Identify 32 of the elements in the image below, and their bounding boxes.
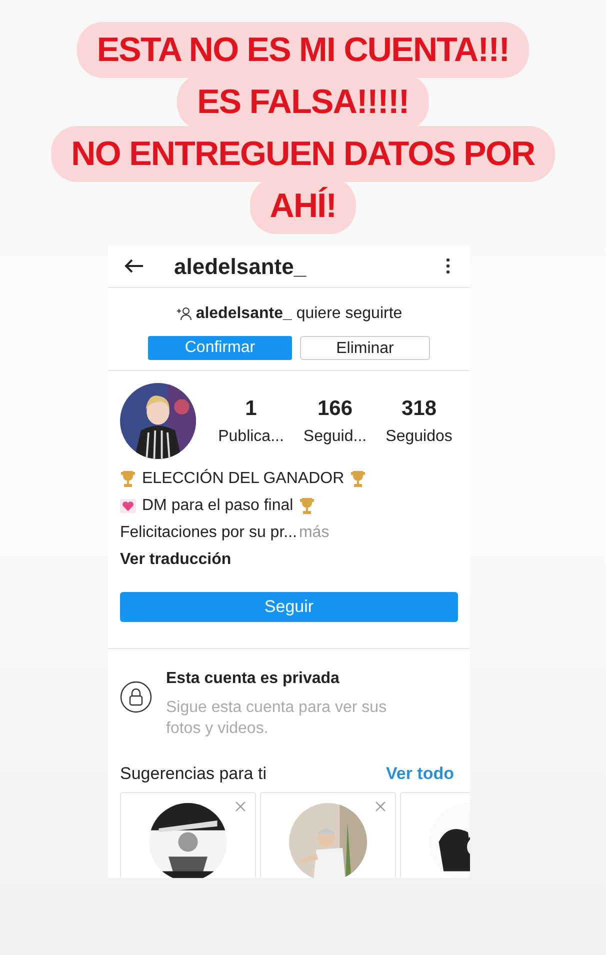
- close-icon[interactable]: [375, 801, 386, 812]
- see-all-link[interactable]: Ver todo: [386, 760, 454, 786]
- private-title: Esta cuenta es privada: [166, 668, 340, 689]
- stat-count: 166: [317, 396, 353, 422]
- suggestion-card[interactable]: [120, 792, 256, 878]
- stat-label: Seguid...: [303, 426, 367, 447]
- follow-button[interactable]: Seguir: [120, 592, 458, 622]
- trophy-icon: [120, 470, 136, 488]
- stat-count: 1: [245, 396, 257, 422]
- bio-text: Felicitaciones por su pr...: [120, 522, 297, 543]
- profile-username: aledelsante_: [174, 252, 306, 281]
- back-arrow-icon[interactable]: [124, 258, 144, 274]
- stat-label: Publica...: [218, 426, 284, 447]
- close-icon[interactable]: [235, 801, 246, 812]
- more-link[interactable]: más: [298, 520, 330, 545]
- follow-request-text: aledelsante_ quiere seguirte: [196, 304, 402, 324]
- bio-text: ELECCIÓN DEL GANADOR: [142, 468, 344, 489]
- warning-text: NO ENTREGUEN DATOS POR: [51, 126, 555, 182]
- trophy-icon: [350, 470, 366, 488]
- bio-text: DM para el paso final: [142, 496, 294, 516]
- warning-text: ESTA NO ES MI CUENTA!!!: [76, 22, 530, 78]
- stat-label: Seguidos: [386, 426, 452, 447]
- stat-count: 318: [401, 396, 437, 422]
- translate-link[interactable]: Ver traducción: [120, 548, 232, 572]
- private-text: Sigue esta cuenta para ver sus fotos y videos.: [166, 698, 388, 739]
- confirm-button[interactable]: Confirmar: [148, 336, 292, 360]
- more-options-icon[interactable]: [446, 258, 450, 274]
- suggestions-title: Sugerencias para ti: [120, 762, 266, 785]
- trophy-icon: [299, 496, 316, 515]
- delete-button[interactable]: Eliminar: [300, 336, 430, 360]
- add-user-icon: [176, 306, 192, 321]
- lock-icon: [120, 680, 152, 713]
